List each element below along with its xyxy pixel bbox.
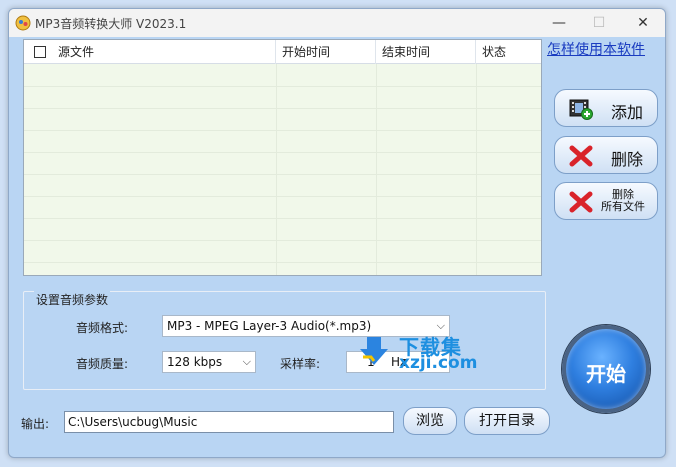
sample-rate-label: 采样率: [280, 357, 321, 371]
window-title: MP3音频转换大师 V2023.1 [35, 17, 187, 31]
quality-select-value: 128 kbps [167, 355, 223, 369]
column-header-source[interactable]: 源文件 [24, 40, 276, 64]
chevron-down-icon: ⌵ [242, 355, 251, 368]
file-list[interactable]: 源文件 开始时间 结束时间 状态 [23, 39, 542, 276]
open-directory-button[interactable]: 打开目录 [464, 407, 550, 435]
column-header-end-time[interactable]: 结束时间 [376, 40, 476, 64]
app-window: MP3音频转换大师 V2023.1 — ☐ ✕ 源文件 开始时间 结束时间 状态… [8, 8, 666, 458]
watermark: 下载集 xzji.com [359, 331, 489, 375]
format-select-value: MP3 - MPEG Layer-3 Audio(*.mp3) [167, 319, 372, 333]
quality-select[interactable]: 128 kbps ⌵ [162, 351, 256, 373]
grid-row-line [24, 240, 541, 241]
red-x-icon [569, 145, 593, 167]
audio-params-title: 设置音频参数 [34, 291, 111, 308]
grid-row-line [24, 130, 541, 131]
format-label: 音频格式: [76, 321, 129, 335]
start-button[interactable]: 开始 [562, 325, 650, 413]
help-link[interactable]: 怎样使用本软件 [547, 39, 645, 59]
delete-all-label-line2: 所有文件 [601, 200, 645, 213]
delete-button-label: 删除 [611, 150, 644, 169]
grid-row-line [24, 174, 541, 175]
grid-column-line [476, 64, 477, 275]
film-add-icon [569, 99, 593, 120]
grid-row-line [24, 196, 541, 197]
maximize-button[interactable]: ☐ [579, 9, 619, 37]
output-path-input[interactable]: C:\Users\ucbug\Music [64, 411, 394, 433]
minimize-button[interactable]: — [539, 9, 579, 37]
grid-row-line [24, 152, 541, 153]
grid-row-line [24, 86, 541, 87]
app-icon [15, 15, 31, 31]
grid-row-line [24, 108, 541, 109]
grid-row-line [24, 262, 541, 263]
grid-row-line [24, 218, 541, 219]
watermark-line2: xzji.com [399, 353, 478, 373]
start-button-label: 开始 [586, 362, 626, 386]
delete-button[interactable]: 删除 [554, 136, 658, 174]
red-x-icon [569, 191, 593, 213]
add-button-label: 添加 [611, 103, 644, 122]
download-arrow-icon [360, 337, 388, 365]
browse-button[interactable]: 浏览 [403, 407, 457, 435]
output-label: 输出: [21, 417, 50, 431]
title-bar: MP3音频转换大师 V2023.1 — ☐ ✕ [9, 9, 665, 37]
close-button[interactable]: ✕ [623, 9, 663, 37]
add-button[interactable]: 添加 [554, 89, 658, 127]
quality-label: 音频质量: [76, 357, 129, 371]
grid-column-line [276, 64, 277, 275]
file-list-header: 源文件 开始时间 结束时间 状态 [24, 40, 541, 64]
delete-all-button-label: 删除 所有文件 [595, 189, 651, 213]
column-header-start-time[interactable]: 开始时间 [276, 40, 376, 64]
delete-all-button[interactable]: 删除 所有文件 [554, 182, 658, 220]
column-header-status[interactable]: 状态 [476, 40, 541, 64]
grid-column-line [376, 64, 377, 275]
